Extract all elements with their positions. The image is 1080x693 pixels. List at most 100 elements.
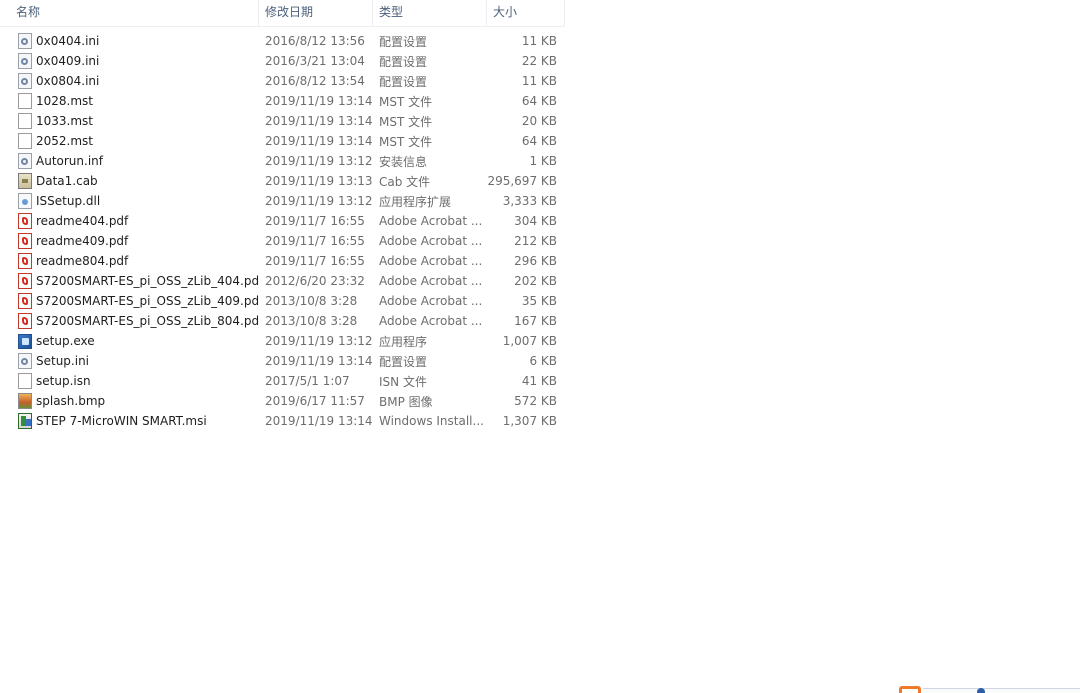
table-row[interactable]: S7200SMART-ES_pi_OSS_zLib_409.pdf 2013/10… <box>0 291 565 311</box>
file-name-cell[interactable]: Setup.ini <box>0 353 259 369</box>
file-list: 0x0404.ini 2016/8/12 13:56 配置设置 11 KB 0x0409… <box>0 31 565 431</box>
file-size: 304 KB <box>514 214 557 228</box>
corner-bar <box>923 688 1080 693</box>
file-name: Autorun.inf <box>36 154 103 168</box>
column-header-size-label: 大小 <box>493 5 518 19</box>
file-date: 2019/6/17 11:57 <box>265 394 365 408</box>
file-size: 20 KB <box>521 114 557 128</box>
file-name-cell[interactable]: S7200SMART-ES_pi_OSS_zLib_409.pdf <box>0 293 259 309</box>
pdf-file-icon <box>18 273 32 289</box>
table-row[interactable]: Data1.cab 2019/11/19 13:13 Cab 文件 295,697 K… <box>0 171 565 191</box>
table-row[interactable]: readme409.pdf 2019/11/7 16:55 Adobe Acroba… <box>0 231 565 251</box>
file-size: 11 KB <box>521 34 557 48</box>
table-row[interactable]: 0x0804.ini 2016/8/12 13:54 配置设置 11 KB <box>0 71 565 91</box>
file-size: 64 KB <box>521 134 557 148</box>
table-row[interactable]: 1028.mst 2019/11/19 13:14 MST 文件 64 KB <box>0 91 565 111</box>
file-name-cell[interactable]: Data1.cab <box>0 173 259 189</box>
file-type: Adobe Acrobat ... <box>379 314 483 328</box>
file-type: Windows Install... <box>379 414 484 428</box>
table-row[interactable]: 0x0409.ini 2016/3/21 13:04 配置设置 22 KB <box>0 51 565 71</box>
table-row[interactable]: S7200SMART-ES_pi_OSS_zLib_404.pdf 2012/6/… <box>0 271 565 291</box>
file-name: readme409.pdf <box>36 234 129 248</box>
file-type: Adobe Acrobat ... <box>379 294 483 308</box>
config-file-icon <box>18 33 32 49</box>
file-name-cell[interactable]: 0x0804.ini <box>0 73 259 89</box>
file-date: 2016/8/12 13:56 <box>265 34 365 48</box>
file-size: 202 KB <box>514 274 557 288</box>
file-type: 配置设置 <box>379 74 428 89</box>
file-name-cell[interactable]: S7200SMART-ES_pi_OSS_zLib_804.pdf <box>0 313 259 329</box>
file-name-cell[interactable]: 0x0404.ini <box>0 33 259 49</box>
file-size: 1,007 KB <box>502 334 557 348</box>
file-name-cell[interactable]: 1028.mst <box>0 93 259 109</box>
file-type: Adobe Acrobat ... <box>379 274 483 288</box>
column-header-size[interactable]: 大小 <box>487 0 565 26</box>
column-header-type[interactable]: 类型 <box>373 0 487 26</box>
file-name: S7200SMART-ES_pi_OSS_zLib_404.pdf <box>36 274 259 288</box>
table-row[interactable]: setup.isn 2017/5/1 1:07 ISN 文件 41 KB <box>0 371 565 391</box>
table-row[interactable]: setup.exe 2019/11/19 13:12 应用程序 1,007 KB <box>0 331 565 351</box>
file-date: 2019/11/19 13:14 <box>265 414 373 428</box>
file-size: 167 KB <box>514 314 557 328</box>
table-row[interactable]: Autorun.inf 2019/11/19 13:12 安装信息 1 KB <box>0 151 565 171</box>
table-row[interactable]: S7200SMART-ES_pi_OSS_zLib_804.pdf 2013/10… <box>0 311 565 331</box>
file-name-cell[interactable]: splash.bmp <box>0 393 259 409</box>
file-date: 2019/11/7 16:55 <box>265 254 365 268</box>
exe-file-icon <box>18 333 32 349</box>
file-type: Adobe Acrobat ... <box>379 254 483 268</box>
file-date: 2019/11/19 13:14 <box>265 354 373 368</box>
table-row[interactable]: STEP 7-MicroWIN SMART.msi 2019/11/19 13:1… <box>0 411 565 431</box>
file-type: 安装信息 <box>379 154 428 169</box>
file-date: 2019/11/19 13:14 <box>265 134 373 148</box>
file-name-cell[interactable]: 0x0409.ini <box>0 53 259 69</box>
file-name-cell[interactable]: S7200SMART-ES_pi_OSS_zLib_404.pdf <box>0 273 259 289</box>
table-row[interactable]: readme804.pdf 2019/11/7 16:55 Adobe Acroba… <box>0 251 565 271</box>
file-name-cell[interactable]: Autorun.inf <box>0 153 259 169</box>
file-size: 64 KB <box>521 94 557 108</box>
file-size: 572 KB <box>514 394 557 408</box>
table-row[interactable]: ISSetup.dll 2019/11/19 13:12 应用程序扩展 3,333 K… <box>0 191 565 211</box>
file-name-cell[interactable]: 1033.mst <box>0 113 259 129</box>
column-header-row: ^ 名称 修改日期 类型 大小 <box>0 0 565 27</box>
table-row[interactable]: 1033.mst 2019/11/19 13:14 MST 文件 20 KB <box>0 111 565 131</box>
table-row[interactable]: 0x0404.ini 2016/8/12 13:56 配置设置 11 KB <box>0 31 565 51</box>
file-date: 2019/11/19 13:14 <box>265 94 373 108</box>
file-name: setup.isn <box>36 374 91 388</box>
file-date: 2019/11/19 13:12 <box>265 154 373 168</box>
file-name-cell[interactable]: readme804.pdf <box>0 253 259 269</box>
file-name: readme804.pdf <box>36 254 129 268</box>
file-size: 1 KB <box>529 154 557 168</box>
file-name-cell[interactable]: 2052.mst <box>0 133 259 149</box>
blank-file-icon <box>18 133 32 149</box>
file-date: 2012/6/20 23:32 <box>265 274 365 288</box>
table-row[interactable]: Setup.ini 2019/11/19 13:14 配置设置 6 KB <box>0 351 565 371</box>
column-header-date[interactable]: 修改日期 <box>259 0 373 26</box>
column-header-name[interactable]: ^ 名称 <box>0 0 259 26</box>
file-name: readme404.pdf <box>36 214 129 228</box>
file-date: 2019/11/19 13:12 <box>265 194 373 208</box>
file-date: 2013/10/8 3:28 <box>265 294 358 308</box>
file-date: 2019/11/19 13:12 <box>265 334 373 348</box>
file-date: 2017/5/1 1:07 <box>265 374 350 388</box>
file-type: Adobe Acrobat ... <box>379 234 483 248</box>
config-file-icon <box>18 53 32 69</box>
file-size: 1,307 KB <box>502 414 557 428</box>
file-name: S7200SMART-ES_pi_OSS_zLib_409.pdf <box>36 294 259 308</box>
file-type: MST 文件 <box>379 114 433 129</box>
file-size: 3,333 KB <box>502 194 557 208</box>
file-name-cell[interactable]: setup.isn <box>0 373 259 389</box>
file-name: 0x0409.ini <box>36 54 100 68</box>
file-name-cell[interactable]: STEP 7-MicroWIN SMART.msi <box>0 413 259 429</box>
file-name-cell[interactable]: readme404.pdf <box>0 213 259 229</box>
table-row[interactable]: readme404.pdf 2019/11/7 16:55 Adobe Acroba… <box>0 211 565 231</box>
file-name: S7200SMART-ES_pi_OSS_zLib_804.pdf <box>36 314 259 328</box>
bmp-file-icon <box>18 393 32 409</box>
table-row[interactable]: splash.bmp 2019/6/17 11:57 BMP 图像 572 KB <box>0 391 565 411</box>
file-name-cell[interactable]: readme409.pdf <box>0 233 259 249</box>
file-name: 0x0804.ini <box>36 74 100 88</box>
taskbar-corner-widget <box>897 685 1080 693</box>
file-name-cell[interactable]: setup.exe <box>0 333 259 349</box>
table-row[interactable]: 2052.mst 2019/11/19 13:14 MST 文件 64 KB <box>0 131 565 151</box>
file-name-cell[interactable]: ISSetup.dll <box>0 193 259 209</box>
pdf-file-icon <box>18 293 32 309</box>
